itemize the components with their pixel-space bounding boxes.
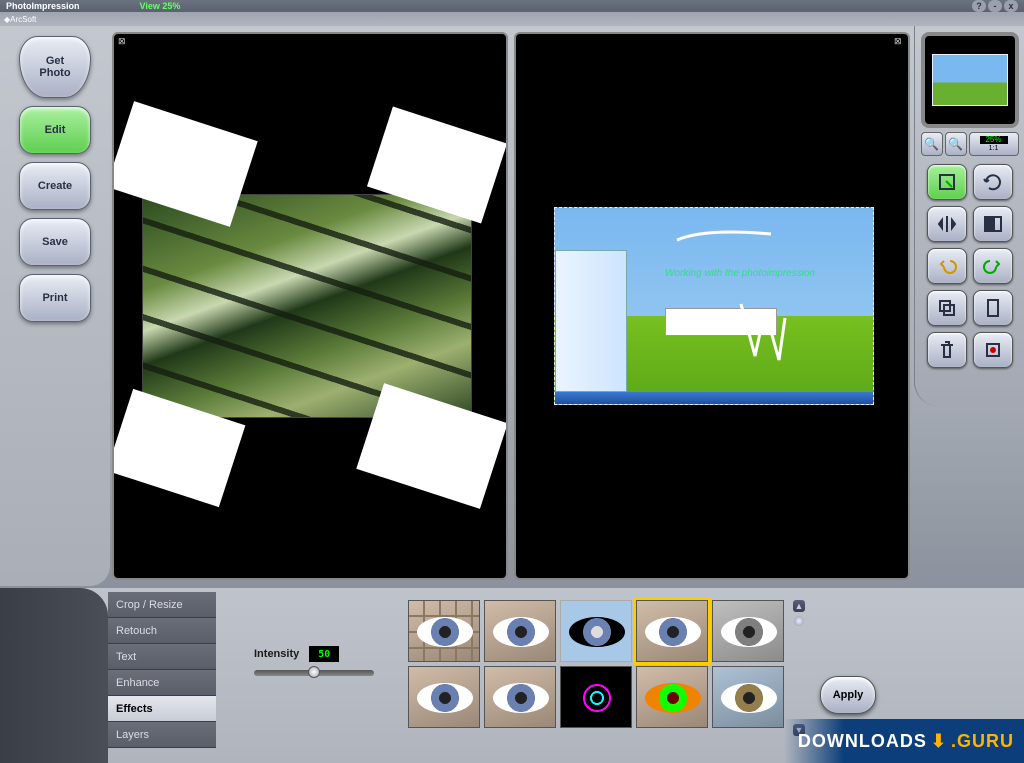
minimize-button[interactable]: - [988, 0, 1002, 12]
zoom-out-icon[interactable]: 🔍 [945, 132, 967, 156]
rotate-tool[interactable] [973, 164, 1013, 200]
copy-tool[interactable] [927, 290, 967, 326]
left-view[interactable]: ⊠ [112, 32, 508, 580]
brand-bar: ◆ ArcSoft [0, 12, 1024, 26]
navigator[interactable] [921, 32, 1019, 128]
intensity-slider[interactable] [254, 670, 374, 676]
flip-v-tool[interactable] [973, 206, 1013, 242]
flip-h-tool[interactable] [927, 206, 967, 242]
effect-sharpen[interactable] [484, 666, 556, 728]
right-panel: 🔍 🔍 25% 1:1 [914, 26, 1024, 406]
effect-cool[interactable] [712, 666, 784, 728]
brand-label: ArcSoft [10, 15, 36, 24]
effect-edge[interactable] [560, 666, 632, 728]
effect-sepia[interactable] [408, 666, 480, 728]
tab-layers[interactable]: Layers [108, 722, 216, 748]
scroll-up-icon[interactable]: ▲ [793, 600, 805, 612]
help-button[interactable]: ? [972, 0, 986, 12]
tab-enhance[interactable]: Enhance [108, 670, 216, 696]
create-button[interactable]: Create [19, 162, 91, 210]
effect-normal[interactable] [484, 600, 556, 662]
watermark: DOWNLOADS ⬇ .GURU [784, 719, 1024, 763]
edit-button[interactable]: Edit [19, 106, 91, 154]
intensity-value: 50 [309, 646, 339, 662]
zoom-indicator[interactable]: 25% 1:1 [969, 132, 1019, 156]
zoom-readout: View 25% [140, 1, 181, 11]
image-caption: Working with the photoimpression [665, 268, 815, 279]
close-button[interactable]: x [1004, 0, 1018, 12]
right-view[interactable]: ⊠ Working with the photoimpression [514, 32, 910, 580]
effect-thumbnails [408, 600, 784, 728]
right-image: Working with the photoimpression [554, 207, 874, 405]
tab-text[interactable]: Text [108, 644, 216, 670]
title-bar: PhotoImpression View 25% ? - x [0, 0, 1024, 12]
clear-tool[interactable] [973, 332, 1013, 368]
crop-tool[interactable] [927, 164, 967, 200]
delete-tool[interactable] [927, 332, 967, 368]
apply-button[interactable]: Apply [820, 676, 876, 714]
paste-tool[interactable] [973, 290, 1013, 326]
get-photo-button[interactable]: Get Photo [19, 36, 91, 98]
tab-crop-resize[interactable]: Crop / Resize [108, 592, 216, 618]
undo-tool[interactable] [927, 248, 967, 284]
app-title: PhotoImpression [6, 1, 80, 11]
effect-grayscale[interactable] [712, 600, 784, 662]
effect-tabs: Crop / Resize Retouch Text Enhance Effec… [108, 592, 216, 748]
tab-effects[interactable]: Effects [108, 696, 216, 722]
close-icon[interactable]: ⊠ [118, 36, 128, 46]
print-button[interactable]: Print [19, 274, 91, 322]
intensity-control: Intensity 50 [254, 646, 374, 676]
zoom-in-icon[interactable]: 🔍 [921, 132, 943, 156]
left-image [142, 194, 472, 418]
download-icon: ⬇ [931, 731, 947, 752]
save-button[interactable]: Save [19, 218, 91, 266]
tab-retouch[interactable]: Retouch [108, 618, 216, 644]
left-sidebar: Get Photo Edit Create Save Print [0, 26, 110, 586]
close-icon[interactable]: ⊠ [894, 36, 904, 46]
tool-grid [927, 164, 1013, 368]
intensity-label: Intensity [254, 648, 299, 660]
workspace: ⊠ ⊠ Working with the photoimpression [110, 26, 914, 586]
thumb-scroll[interactable]: ▲ ▼ [792, 600, 806, 736]
redo-tool[interactable] [973, 248, 1013, 284]
effect-glow[interactable] [636, 666, 708, 728]
effect-negative[interactable] [560, 600, 632, 662]
effect-soft[interactable] [636, 600, 708, 662]
effect-mosaic[interactable] [408, 600, 480, 662]
